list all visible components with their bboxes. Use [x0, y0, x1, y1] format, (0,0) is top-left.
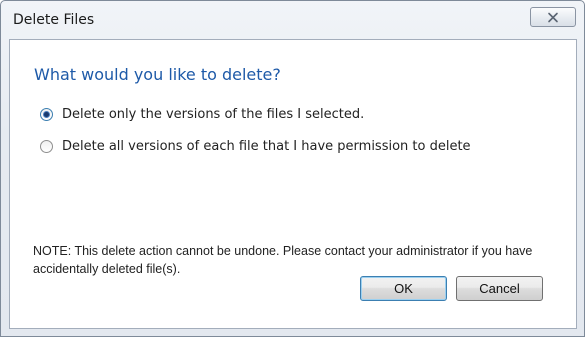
dialog-heading: What would you like to delete? — [34, 65, 281, 84]
option-label[interactable]: Delete all versions of each file that I … — [62, 139, 471, 154]
ok-button[interactable]: OK — [360, 276, 447, 301]
delete-files-dialog: Delete Files What would you like to dele… — [0, 0, 585, 337]
title-bar[interactable]: Delete Files — [1, 1, 584, 39]
radio-button-unselected[interactable] — [40, 140, 53, 153]
close-button[interactable] — [530, 7, 576, 27]
close-icon — [548, 12, 558, 22]
window-title: Delete Files — [13, 12, 95, 28]
option-all-versions[interactable]: Delete all versions of each file that I … — [40, 139, 471, 154]
option-selected-versions[interactable]: Delete only the versions of the files I … — [40, 107, 364, 122]
cancel-button[interactable]: Cancel — [456, 276, 543, 301]
radio-button-selected[interactable] — [40, 108, 53, 121]
option-label[interactable]: Delete only the versions of the files I … — [62, 107, 364, 122]
warning-note: NOTE: This delete action cannot be undon… — [33, 244, 533, 276]
